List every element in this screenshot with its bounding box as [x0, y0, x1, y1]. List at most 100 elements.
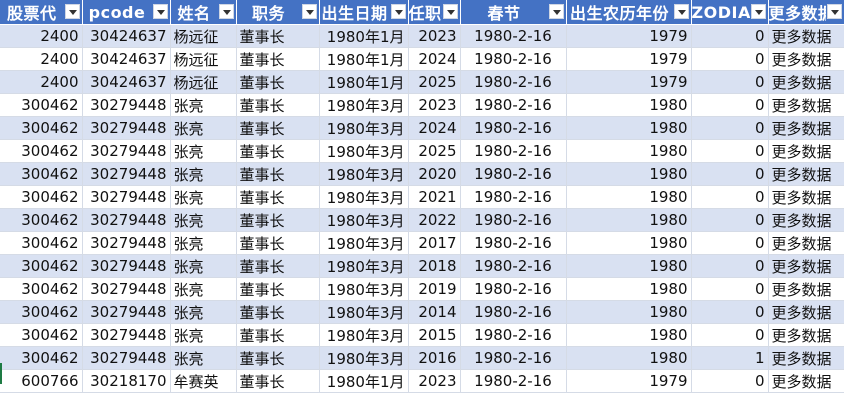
- table-row[interactable]: 300462 30279448 张亮 董事长 1980年3月 2024 1980-2-16 1…: [0, 116, 844, 140]
- table-row[interactable]: 600766 30218170 牟赛英 董事长 1980年1月 2023 1980-2-16…: [0, 369, 844, 393]
- filter-dropdown-icon[interactable]: [826, 4, 842, 19]
- cell-pcode[interactable]: 30424637: [82, 70, 171, 94]
- cell-spring-festival[interactable]: 1980-2-16: [460, 346, 567, 370]
- table-row[interactable]: 300462 30279448 张亮 董事长 1980年3月 2019 1980-2-16 1…: [0, 277, 844, 301]
- cell-lunar-birth-year[interactable]: 1979: [566, 24, 692, 48]
- cell-tenure-year[interactable]: 2021: [408, 185, 461, 209]
- cell-zodiac[interactable]: 1: [691, 346, 769, 370]
- filter-dropdown-icon[interactable]: [152, 4, 168, 19]
- cell-position[interactable]: 董事长: [236, 70, 320, 94]
- cell-pcode[interactable]: 30279448: [82, 162, 171, 186]
- cell-name[interactable]: 杨远征: [170, 70, 237, 94]
- cell-spring-festival[interactable]: 1980-2-16: [460, 139, 567, 163]
- cell-tenure-year[interactable]: 2015: [408, 323, 461, 347]
- table-row[interactable]: 300462 30279448 张亮 董事长 1980年3月 2023 1980-2-16 1…: [0, 93, 844, 117]
- cell-name[interactable]: 张亮: [170, 346, 237, 370]
- cell-tenure-year[interactable]: 2019: [408, 277, 461, 301]
- cell-tenure-year[interactable]: 2020: [408, 162, 461, 186]
- cell-pcode[interactable]: 30279448: [82, 139, 171, 163]
- cell-birth-date[interactable]: 1980年3月: [319, 300, 409, 324]
- cell-stock-code[interactable]: 300462: [0, 300, 83, 324]
- cell-birth-date[interactable]: 1980年3月: [319, 139, 409, 163]
- cell-position[interactable]: 董事长: [236, 346, 320, 370]
- cell-pcode[interactable]: 30279448: [82, 231, 171, 255]
- cell-more-data[interactable]: 更多数据: [768, 254, 844, 278]
- cell-spring-festival[interactable]: 1980-2-16: [460, 323, 567, 347]
- cell-lunar-birth-year[interactable]: 1980: [566, 300, 692, 324]
- cell-pcode[interactable]: 30279448: [82, 323, 171, 347]
- cell-more-data[interactable]: 更多数据: [768, 185, 844, 209]
- cell-position[interactable]: 董事长: [236, 162, 320, 186]
- filter-dropdown-icon[interactable]: [442, 4, 458, 19]
- cell-zodiac[interactable]: 0: [691, 323, 769, 347]
- cell-position[interactable]: 董事长: [236, 231, 320, 255]
- cell-pcode[interactable]: 30279448: [82, 277, 171, 301]
- cell-spring-festival[interactable]: 1980-2-16: [460, 231, 567, 255]
- cell-zodiac[interactable]: 0: [691, 208, 769, 232]
- cell-position[interactable]: 董事长: [236, 47, 320, 71]
- cell-tenure-year[interactable]: 2023: [408, 24, 461, 48]
- table-row[interactable]: 300462 30279448 张亮 董事长 1980年3月 2017 1980-2-16 1…: [0, 231, 844, 255]
- cell-lunar-birth-year[interactable]: 1980: [566, 139, 692, 163]
- cell-tenure-year[interactable]: 2023: [408, 369, 461, 393]
- cell-position[interactable]: 董事长: [236, 139, 320, 163]
- cell-spring-festival[interactable]: 1980-2-16: [460, 254, 567, 278]
- cell-zodiac[interactable]: 0: [691, 185, 769, 209]
- cell-more-data[interactable]: 更多数据: [768, 24, 844, 48]
- cell-name[interactable]: 张亮: [170, 185, 237, 209]
- table-row[interactable]: 2400 30424637 杨远征 董事长 1980年1月 2024 1980-2-16 19…: [0, 47, 844, 71]
- cell-pcode[interactable]: 30424637: [82, 47, 171, 71]
- cell-lunar-birth-year[interactable]: 1979: [566, 70, 692, 94]
- cell-lunar-birth-year[interactable]: 1980: [566, 185, 692, 209]
- cell-more-data[interactable]: 更多数据: [768, 139, 844, 163]
- cell-stock-code[interactable]: 2400: [0, 47, 83, 71]
- cell-position[interactable]: 董事长: [236, 116, 320, 140]
- table-row[interactable]: 300462 30279448 张亮 董事长 1980年3月 2022 1980-2-16 1…: [0, 208, 844, 232]
- cell-name[interactable]: 张亮: [170, 93, 237, 117]
- cell-stock-code[interactable]: 300462: [0, 277, 83, 301]
- cell-name[interactable]: 张亮: [170, 162, 237, 186]
- cell-position[interactable]: 董事长: [236, 254, 320, 278]
- cell-zodiac[interactable]: 0: [691, 300, 769, 324]
- filter-dropdown-icon[interactable]: [673, 4, 689, 19]
- cell-tenure-year[interactable]: 2018: [408, 254, 461, 278]
- cell-spring-festival[interactable]: 1980-2-16: [460, 277, 567, 301]
- filter-dropdown-icon[interactable]: [750, 4, 766, 19]
- cell-name[interactable]: 张亮: [170, 231, 237, 255]
- cell-stock-code[interactable]: 2400: [0, 70, 83, 94]
- cell-zodiac[interactable]: 0: [691, 70, 769, 94]
- table-row[interactable]: 2400 30424637 杨远征 董事长 1980年1月 2025 1980-2-16 19…: [0, 70, 844, 94]
- cell-position[interactable]: 董事长: [236, 300, 320, 324]
- filter-dropdown-icon[interactable]: [301, 4, 317, 19]
- cell-position[interactable]: 董事长: [236, 323, 320, 347]
- cell-more-data[interactable]: 更多数据: [768, 162, 844, 186]
- cell-name[interactable]: 张亮: [170, 323, 237, 347]
- cell-stock-code[interactable]: 300462: [0, 116, 83, 140]
- cell-more-data[interactable]: 更多数据: [768, 300, 844, 324]
- cell-spring-festival[interactable]: 1980-2-16: [460, 116, 567, 140]
- cell-position[interactable]: 董事长: [236, 93, 320, 117]
- table-row[interactable]: 300462 30279448 张亮 董事长 1980年3月 2015 1980-2-16 1…: [0, 323, 844, 347]
- cell-more-data[interactable]: 更多数据: [768, 116, 844, 140]
- cell-zodiac[interactable]: 0: [691, 162, 769, 186]
- cell-lunar-birth-year[interactable]: 1980: [566, 231, 692, 255]
- cell-position[interactable]: 董事长: [236, 185, 320, 209]
- cell-tenure-year[interactable]: 2025: [408, 70, 461, 94]
- cell-tenure-year[interactable]: 2024: [408, 47, 461, 71]
- cell-lunar-birth-year[interactable]: 1979: [566, 47, 692, 71]
- cell-more-data[interactable]: 更多数据: [768, 70, 844, 94]
- cell-birth-date[interactable]: 1980年1月: [319, 47, 409, 71]
- cell-stock-code[interactable]: 300462: [0, 139, 83, 163]
- cell-birth-date[interactable]: 1980年3月: [319, 231, 409, 255]
- cell-stock-code[interactable]: 300462: [0, 93, 83, 117]
- cell-spring-festival[interactable]: 1980-2-16: [460, 300, 567, 324]
- table-row[interactable]: 300462 30279448 张亮 董事长 1980年3月 2021 1980-2-16 1…: [0, 185, 844, 209]
- cell-pcode[interactable]: 30279448: [82, 116, 171, 140]
- cell-stock-code[interactable]: 300462: [0, 162, 83, 186]
- cell-spring-festival[interactable]: 1980-2-16: [460, 93, 567, 117]
- cell-spring-festival[interactable]: 1980-2-16: [460, 47, 567, 71]
- table-row[interactable]: 300462 30279448 张亮 董事长 1980年3月 2016 1980-2-16 1…: [0, 346, 844, 370]
- cell-more-data[interactable]: 更多数据: [768, 47, 844, 71]
- cell-zodiac[interactable]: 0: [691, 24, 769, 48]
- cell-birth-date[interactable]: 1980年3月: [319, 116, 409, 140]
